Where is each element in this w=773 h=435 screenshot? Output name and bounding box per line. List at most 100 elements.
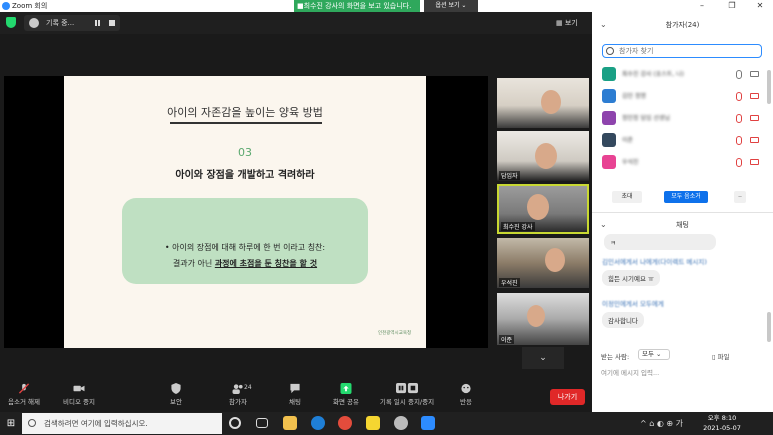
chat-bubble: ㅋ	[604, 234, 716, 250]
participant-face	[527, 305, 545, 327]
shield-icon[interactable]	[6, 17, 16, 28]
maximize-button[interactable]: ❐	[722, 0, 742, 12]
mic-off-icon[interactable]	[736, 92, 742, 101]
slide-content-box	[122, 198, 368, 284]
kakaotalk-icon[interactable]	[366, 416, 380, 430]
avatar	[602, 111, 616, 125]
camera-off-icon[interactable]	[750, 137, 759, 143]
slide-subtitle: 아이와 장점을 개발하고 격려하라	[175, 170, 315, 181]
taskbar-search-input[interactable]: 검색하려면 여기에 입력하십시오.	[22, 413, 222, 434]
slide-heading-underline	[170, 122, 322, 124]
recipient-select[interactable]: 모두 ⌄	[638, 349, 670, 360]
clock[interactable]: 오후 8:10 2021-05-07	[698, 413, 746, 433]
participant-row[interactable]: 정민정 담임 선생님	[600, 108, 770, 128]
chat-button[interactable]: 채팅	[280, 383, 310, 406]
clock-date: 2021-05-07	[703, 424, 741, 432]
task-view-icon[interactable]	[256, 418, 268, 428]
chat-bubble: 힘든 시기예요 ㅠ	[602, 270, 660, 286]
video-label: 비디오 중지	[63, 398, 95, 406]
participant-face	[527, 194, 549, 220]
scroll-down-button[interactable]: ⌄	[522, 347, 564, 369]
participant-row[interactable]: 최수진 강사 (호스트, 나)	[600, 64, 770, 84]
slide-number: 03	[238, 146, 252, 159]
security-label: 보안	[170, 398, 182, 406]
security-button[interactable]: 보안	[160, 383, 192, 406]
stop-icon[interactable]	[109, 20, 115, 26]
video-thumbnail[interactable]	[497, 78, 589, 128]
video-thumbnail[interactable]: 우석진	[497, 238, 589, 288]
pause-icon[interactable]	[95, 20, 100, 26]
chat-meta: 김민서에게서 나에게(다이렉트 메시지)	[602, 258, 707, 266]
participant-row[interactable]: 우석진	[600, 152, 770, 172]
record-button[interactable]: 기록 일시 중지/중지	[374, 383, 440, 406]
participant-row[interactable]: 이준	[600, 130, 770, 150]
participants-label: 참가자	[229, 398, 247, 406]
camera-off-icon[interactable]	[750, 93, 759, 99]
chat-message: 김민서에게서 나에게(다이렉트 메시지) 힘든 시기예요 ㅠ	[602, 256, 707, 286]
participant-row[interactable]: 김민 정명	[600, 86, 770, 106]
minimize-button[interactable]: –	[692, 0, 712, 12]
chat-scrollbar[interactable]	[767, 312, 771, 342]
mute-label: 음소거 해제	[8, 398, 40, 406]
share-screen-icon	[340, 383, 352, 394]
invite-button[interactable]: 초대	[612, 191, 642, 203]
video-thumbnail-active-speaker[interactable]: 최수진 강사	[497, 184, 589, 234]
system-tray[interactable]: ^ ⌂ ◐ ⊕ 가	[640, 418, 683, 429]
slide-bullet: • 아이의 장점에 대해 하루에 한 번 이라고 칭찬:	[164, 243, 326, 252]
chrome-icon[interactable]	[338, 416, 352, 430]
chat-message: ㅋ	[604, 234, 716, 250]
participant-name: 정민정 담임 선생님	[622, 115, 670, 122]
participant-face	[541, 90, 561, 114]
share-screen-button[interactable]: 화면 공유	[326, 383, 366, 406]
camera-icon	[73, 385, 85, 392]
slide-line2-prefix: 결과가 아닌	[172, 259, 215, 268]
camera-off-icon[interactable]	[750, 159, 759, 165]
zoom-icon[interactable]	[421, 416, 435, 430]
close-button[interactable]: ✕	[750, 0, 770, 12]
chevron-down-icon[interactable]: ⌄	[600, 220, 607, 229]
thumbnail-name: 이준	[499, 335, 515, 344]
mute-button[interactable]: 음소거 해제	[4, 383, 44, 406]
slide-line2-emphasis: 과정에 초점을 둔 칭찬을 할 것	[214, 259, 318, 268]
video-thumbnail[interactable]: 이준	[497, 293, 589, 345]
video-thumbnail[interactable]: 담임자	[497, 131, 589, 181]
camera-icon[interactable]	[750, 71, 759, 77]
participant-face	[535, 143, 557, 169]
avatar	[602, 133, 616, 147]
chat-label: 채팅	[289, 398, 301, 406]
reactions-label: 반응	[460, 398, 472, 406]
panel-divider	[592, 212, 773, 213]
chat-title: 채팅	[676, 221, 689, 229]
chevron-down-icon[interactable]: ⌄	[600, 20, 607, 29]
participant-name: 이준	[622, 137, 634, 144]
mute-all-button[interactable]: 모두 음소거	[664, 191, 708, 203]
edge-icon[interactable]	[311, 416, 325, 430]
file-button[interactable]: ▯ 파일	[712, 351, 730, 361]
app-title: Zoom 회의	[12, 2, 48, 10]
mic-off-icon[interactable]	[736, 158, 742, 167]
view-options-button[interactable]: 옵션 보기 ⌄	[424, 0, 478, 12]
participant-search-input[interactable]: 참가자 찾기	[602, 44, 762, 58]
video-button[interactable]: 비디오 중지	[56, 383, 102, 406]
view-button[interactable]: ▦ 보기	[556, 16, 588, 30]
avatar	[602, 67, 616, 81]
app-icon[interactable]	[394, 416, 408, 430]
chat-message: 이정민에게서 모두에게 감사합니다	[602, 298, 664, 328]
mic-off-icon[interactable]	[736, 136, 742, 145]
mic-off-icon[interactable]	[736, 114, 742, 123]
thumbnail-name: 우석진	[499, 278, 520, 287]
file-explorer-icon[interactable]	[283, 416, 297, 430]
start-button[interactable]: ⊞	[0, 412, 22, 435]
search-icon	[606, 47, 614, 55]
participants-title: 참가자(24)	[665, 21, 700, 29]
recipient-label: 받는 사람:	[601, 353, 630, 361]
camera-off-icon[interactable]	[750, 115, 759, 121]
thumbnail-name: 최수진 강사	[501, 222, 535, 231]
reactions-button[interactable]: 반응	[452, 383, 480, 406]
more-options-button[interactable]: ..	[734, 191, 746, 203]
cortana-icon[interactable]	[229, 417, 241, 429]
leave-button[interactable]: 나가기	[550, 389, 585, 405]
chat-input[interactable]: 여기에 메시지 입력...	[601, 367, 766, 377]
mic-icon[interactable]	[736, 70, 742, 79]
zoom-logo-icon	[2, 2, 10, 10]
